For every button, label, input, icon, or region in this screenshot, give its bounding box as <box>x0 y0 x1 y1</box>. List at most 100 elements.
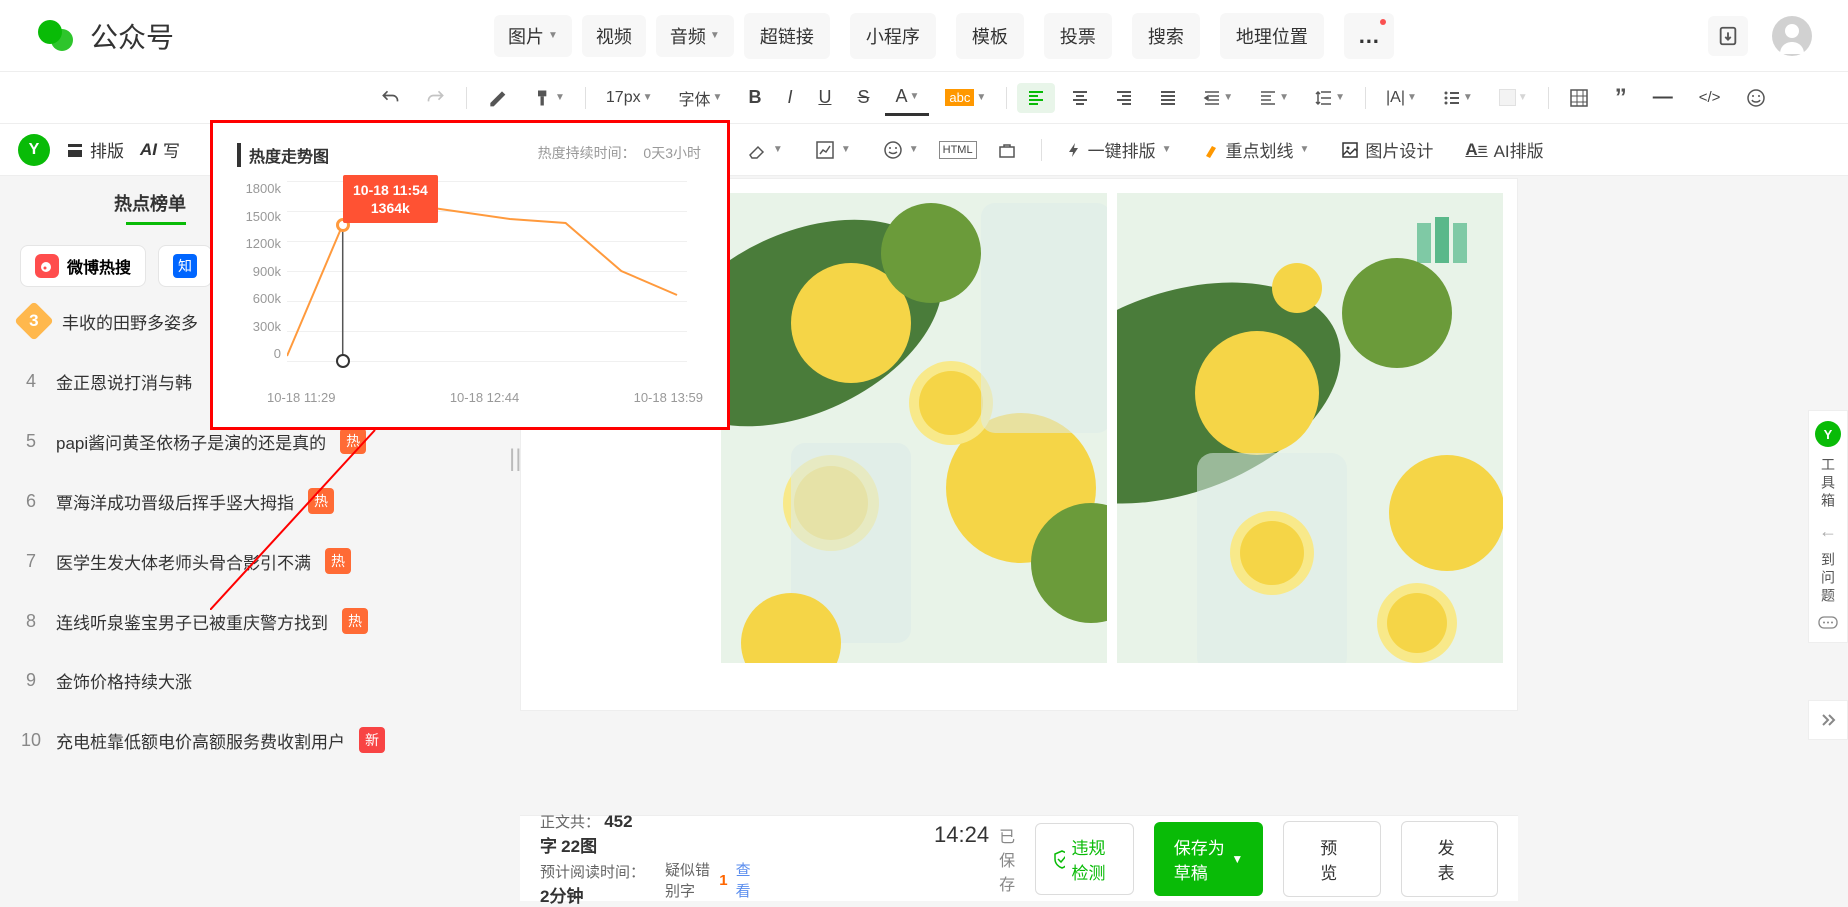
logo-wrap: 公众号 <box>36 16 174 56</box>
format-painter-icon[interactable]: ▼ <box>523 82 575 114</box>
y-axis-labels: 1800k 1500k 1200k 900k 600k 300k 0 <box>237 181 281 361</box>
dock-plugin-icon[interactable]: Y <box>1815 421 1841 447</box>
dock-goto-label: 到问题 <box>1818 552 1838 606</box>
popover-meta: 热度持续时间： 0天3小时 <box>538 143 701 163</box>
hot-item-10[interactable]: 10 充电桩靠低额电价高额服务费收割用户 新 <box>20 727 500 753</box>
bg-color-icon[interactable]: ▼ <box>1489 83 1538 112</box>
chart-base-marker <box>336 354 350 368</box>
undo-icon[interactable] <box>370 82 410 114</box>
text-color-icon[interactable]: A▼ <box>885 80 929 116</box>
highlight-color-icon[interactable]: abc▼ <box>935 83 996 112</box>
nav-miniprogram[interactable]: 小程序 <box>850 13 936 59</box>
align-left-icon[interactable] <box>1017 83 1055 113</box>
strikethrough-icon[interactable]: S <box>847 81 879 114</box>
eraser-icon[interactable]: ▼ <box>735 134 795 166</box>
rule-check-button[interactable]: 违规检测 <box>1035 823 1134 895</box>
media-inserts: 图片▼ 视频 音频▼ <box>494 15 734 57</box>
hot-item-6[interactable]: 6 覃海洋成功晋级后挥手竖大拇指 热 <box>20 488 500 514</box>
sidebar-title-underline <box>126 222 186 225</box>
nav-menu: 超链接 小程序 模板 投票 搜索 地理位置 … <box>744 13 1394 59</box>
collapse-dock-button[interactable] <box>1808 700 1848 740</box>
tool-dock[interactable]: Y 工具箱 ← 到问题 <box>1808 410 1848 643</box>
hot-item-9[interactable]: 9 金饰价格持续大涨 <box>20 668 500 693</box>
x-axis-labels: 10-18 11:29 10-18 12:44 10-18 13:59 <box>267 390 703 405</box>
dock-back-icon[interactable]: ← <box>1819 521 1837 542</box>
hot-item-8[interactable]: 8 连线听泉鉴宝男子已被重庆警方找到 热 <box>20 608 500 634</box>
content-image-1[interactable] <box>721 193 1107 663</box>
hot-badge: 热 <box>308 488 334 514</box>
insert-video[interactable]: 视频 <box>582 15 646 57</box>
nav-vote[interactable]: 投票 <box>1044 13 1112 59</box>
quote-icon[interactable]: ” <box>1605 78 1637 118</box>
hot-badge: 热 <box>340 428 366 454</box>
tab-weibo[interactable]: 微博热搜 <box>20 245 146 287</box>
content-image-2[interactable] <box>1117 193 1503 663</box>
italic-icon[interactable]: I <box>777 81 802 114</box>
insert-image-dropdown[interactable]: 图片▼ <box>494 15 572 57</box>
top-bar: 公众号 图片▼ 视频 音频▼ 超链接 小程序 模板 投票 搜索 地理位置 … <box>0 0 1848 72</box>
align-right-icon[interactable] <box>1105 83 1143 113</box>
ai-write-tab[interactable]: AI写 <box>140 137 180 162</box>
hot-item-5[interactable]: 5 papi酱问黄圣依杨子是演的还是真的 热 <box>20 428 500 454</box>
font-size-select[interactable]: 17px▼ <box>596 83 663 113</box>
tab-zhihu[interactable]: 知 <box>158 245 212 287</box>
word-count: 正文共： 452字 22图 预计阅读时间： 2分钟 <box>540 811 645 907</box>
layout-tab[interactable]: 排版 <box>66 137 124 162</box>
view-errors-link[interactable]: 查看 <box>736 859 754 901</box>
nav-location[interactable]: 地理位置 <box>1220 13 1324 59</box>
clear-format-icon[interactable] <box>477 82 517 114</box>
user-avatar[interactable] <box>1772 16 1812 56</box>
underline-icon[interactable]: U <box>808 81 841 114</box>
nav-search[interactable]: 搜索 <box>1132 13 1200 59</box>
nav-hyperlink[interactable]: 超链接 <box>744 13 830 59</box>
plugin-badge-icon[interactable]: Y <box>18 134 50 166</box>
hot-badge: 热 <box>342 608 368 634</box>
nav-template[interactable]: 模板 <box>956 13 1024 59</box>
drag-handle-icon[interactable]: || <box>509 445 521 473</box>
hr-icon[interactable]: — <box>1643 80 1683 115</box>
hot-badge: 热 <box>325 548 351 574</box>
line-height-icon[interactable]: ▼ <box>1305 83 1355 113</box>
code-icon[interactable]: </> <box>1689 83 1731 112</box>
ai-layout[interactable]: A≡AI排版 <box>1453 131 1555 168</box>
onekey-layout[interactable]: 一键排版▼ <box>1054 131 1184 168</box>
new-badge: 新 <box>359 727 385 753</box>
weibo-icon <box>35 254 59 278</box>
image-design[interactable]: 图片设计 <box>1329 131 1445 168</box>
key-highlight[interactable]: 重点划线▼ <box>1191 131 1321 168</box>
format-toolbar: ▼ 17px▼ 字体▼ B I U S A▼ abc▼ ▼ ▼ ▼ |A|▼ ▼… <box>0 72 1848 124</box>
preview-button[interactable]: 预览 <box>1283 821 1380 897</box>
dock-chat-icon[interactable] <box>1818 616 1838 632</box>
chart-tooltip: 10-18 11:54 1364k <box>343 175 438 223</box>
font-family-select[interactable]: 字体▼ <box>669 80 733 116</box>
align-center-icon[interactable] <box>1061 83 1099 113</box>
save-draft-button[interactable]: 保存为草稿▼ <box>1154 822 1263 896</box>
letter-spacing-icon[interactable]: |A|▼ <box>1376 83 1427 113</box>
sticker-icon[interactable]: ▼ <box>871 134 931 166</box>
align-justify-icon[interactable] <box>1149 83 1187 113</box>
export-icon[interactable] <box>1708 16 1748 56</box>
save-status: 已保存 <box>999 823 1015 895</box>
zhihu-icon: 知 <box>173 254 197 278</box>
trend-popover: 热度走势图 热度持续时间： 0天3小时 1800k 1500k 1200k 90… <box>210 120 730 430</box>
app-title: 公众号 <box>90 16 174 56</box>
status-bar: 正文共： 452字 22图 预计阅读时间： 2分钟 疑似错别字 1 查看 14:… <box>520 815 1518 901</box>
redo-icon[interactable] <box>416 82 456 114</box>
briefcase-icon[interactable] <box>985 134 1029 166</box>
html-icon[interactable]: HTML <box>939 141 977 159</box>
insert-audio-dropdown[interactable]: 音频▼ <box>656 15 734 57</box>
bold-icon[interactable]: B <box>738 81 771 114</box>
table-icon[interactable] <box>1559 82 1599 114</box>
nav-more[interactable]: … <box>1344 13 1394 59</box>
publish-button[interactable]: 发表 <box>1401 821 1498 897</box>
top-right <box>1708 16 1812 56</box>
list-icon[interactable]: ▼ <box>1433 83 1483 113</box>
indent-left-icon[interactable]: ▼ <box>1193 83 1243 113</box>
indent-right-icon[interactable]: ▼ <box>1249 83 1299 113</box>
save-time: 14:24 <box>934 822 989 848</box>
trend-chart: 1800k 1500k 1200k 900k 600k 300k 0 10-18… <box>287 181 703 401</box>
emoji-icon[interactable] <box>1736 82 1776 114</box>
chart-icon[interactable]: ▼ <box>803 134 863 166</box>
dock-toolbox-label: 工具箱 <box>1818 457 1838 511</box>
hot-item-7[interactable]: 7 医学生发大体老师头骨合影引不满 热 <box>20 548 500 574</box>
